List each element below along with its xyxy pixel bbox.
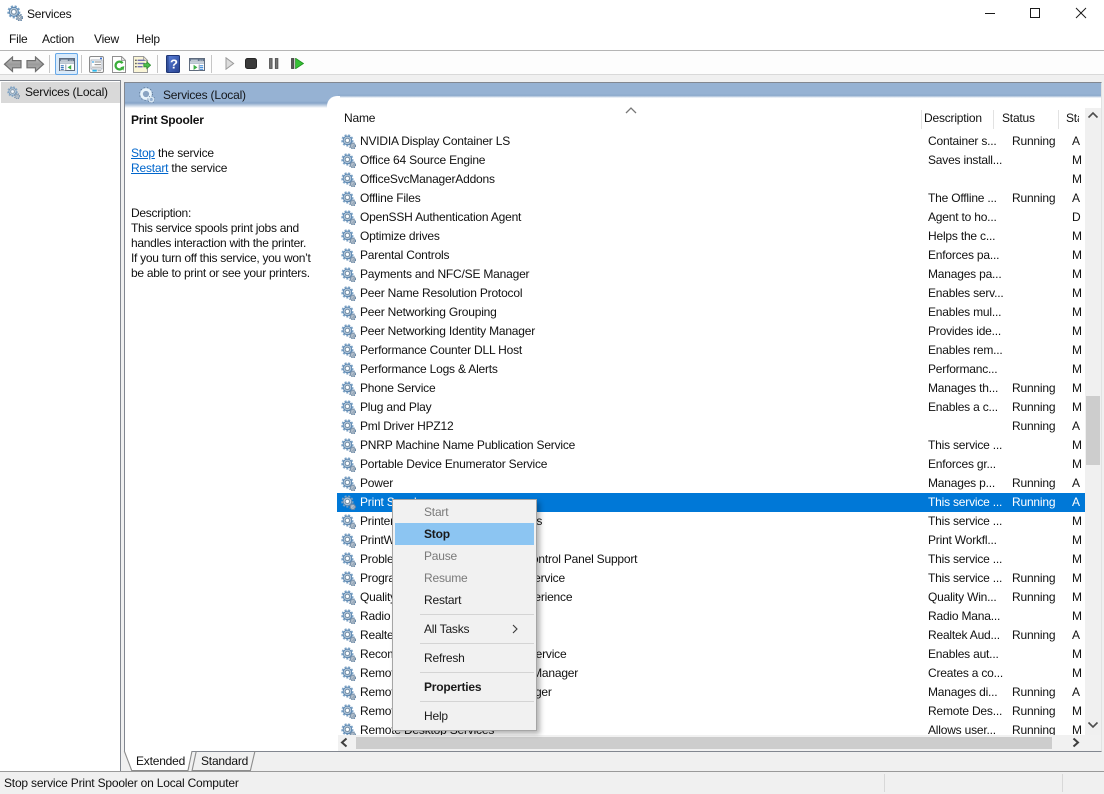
svg-text:?: ? [170, 57, 178, 72]
